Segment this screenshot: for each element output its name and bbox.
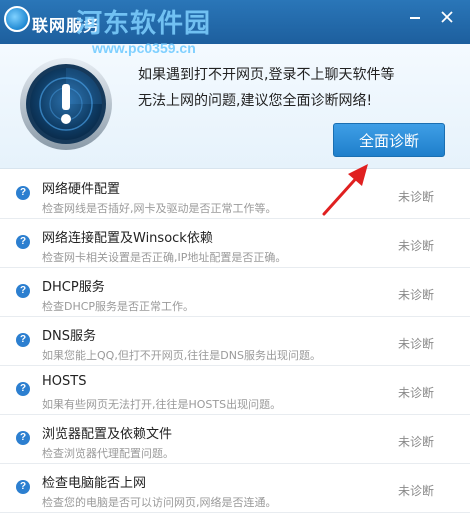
question-icon: ? — [16, 431, 30, 445]
item-status: 未诊断 — [398, 386, 435, 400]
title-bar: 联网服务 河东软件园 — [0, 0, 470, 44]
item-description: 检查您的电脑是否可以访问网页,网络是否连通。 — [42, 496, 277, 509]
item-description: 检查网线是否插好,网卡及驱动是否正常工作等。 — [42, 202, 277, 215]
item-status: 未诊断 — [398, 288, 435, 302]
network-service-window: 联网服务 河东软件园 如果遇到打不开网页,登录不上聊天软件等 无法上网的问题,建… — [0, 0, 470, 520]
diagnosis-prompt: 如果遇到打不开网页,登录不上聊天软件等 无法上网的问题,建议您全面诊断网络! — [138, 62, 458, 114]
item-status: 未诊断 — [398, 239, 435, 253]
watermark-name: 河东软件园 — [76, 9, 212, 39]
list-item: ? HOSTS 如果有些网页无法打开,往往是HOSTS出现问题。 未诊断 — [0, 366, 470, 415]
item-title: DHCP服务 — [42, 280, 105, 295]
diagnosis-item-list: ? 网络硬件配置 检查网线是否插好,网卡及驱动是否正常工作等。 未诊断 ? 网络… — [0, 170, 470, 513]
item-description: 如果有些网页无法打开,往往是HOSTS出现问题。 — [42, 398, 282, 411]
item-status: 未诊断 — [398, 337, 435, 351]
list-item: ? DHCP服务 检查DHCP服务是否正常工作。 未诊断 — [0, 268, 470, 317]
item-title: HOSTS — [42, 374, 87, 389]
item-description: 检查网卡相关设置是否正确,IP地址配置是否正确。 — [42, 251, 287, 264]
question-icon: ? — [16, 480, 30, 494]
prompt-line-1: 如果遇到打不开网页,登录不上聊天软件等 — [138, 67, 395, 83]
question-icon: ? — [16, 382, 30, 396]
item-description: 检查浏览器代理配置问题。 — [42, 447, 174, 460]
question-icon: ? — [16, 186, 30, 200]
item-title: 网络硬件配置 — [42, 182, 121, 197]
question-icon: ? — [16, 235, 30, 249]
list-item: ? 网络连接配置及Winsock依赖 检查网卡相关设置是否正确,IP地址配置是否… — [0, 219, 470, 268]
question-icon: ? — [16, 284, 30, 298]
red-arrow-annotation — [322, 164, 368, 216]
item-status: 未诊断 — [398, 435, 435, 449]
item-status: 未诊断 — [398, 190, 435, 204]
full-diagnosis-button[interactable]: 全面诊断 — [333, 123, 445, 157]
item-description: 检查DHCP服务是否正常工作。 — [42, 300, 195, 313]
close-icon — [441, 11, 453, 23]
item-title: 浏览器配置及依赖文件 — [42, 427, 173, 442]
minimize-button[interactable] — [400, 4, 430, 30]
list-item: ? 检查电脑能否上网 检查您的电脑是否可以访问网页,网络是否连通。 未诊断 — [0, 464, 470, 513]
list-item: ? DNS服务 如果您能上QQ,但打不开网页,往往是DNS服务出现问题。 未诊断 — [0, 317, 470, 366]
prompt-line-2: 无法上网的问题,建议您全面诊断网络! — [138, 93, 373, 109]
list-item: ? 网络硬件配置 检查网线是否插好,网卡及驱动是否正常工作等。 未诊断 — [0, 170, 470, 219]
item-title: 网络连接配置及Winsock依赖 — [42, 231, 213, 246]
item-description: 如果您能上QQ,但打不开网页,往往是DNS服务出现问题。 — [42, 349, 321, 362]
list-item: ? 浏览器配置及依赖文件 检查浏览器代理配置问题。 未诊断 — [0, 415, 470, 464]
item-title: 检查电脑能否上网 — [42, 476, 147, 491]
watermark-url: www.pc0359.cn — [92, 40, 196, 56]
app-logo-icon — [4, 6, 30, 32]
item-title: DNS服务 — [42, 329, 96, 344]
exclamation-radar-icon — [20, 58, 112, 150]
close-button[interactable] — [432, 4, 462, 30]
question-icon: ? — [16, 333, 30, 347]
item-status: 未诊断 — [398, 484, 435, 498]
